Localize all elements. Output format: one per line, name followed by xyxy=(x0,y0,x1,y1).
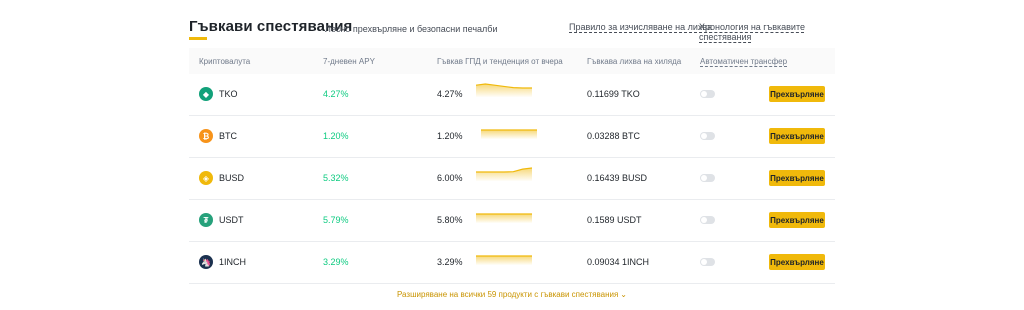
expand-all-label: Разширяване на всички 59 продукти с гъвк… xyxy=(396,290,619,299)
column-header-crypto: Криптовалута xyxy=(199,57,251,66)
table-row: ◆ TKO 4.27% 4.27% 0.11699 TKO Прехвърлян… xyxy=(189,74,835,116)
transfer-button[interactable]: Прехвърляне xyxy=(769,254,825,270)
tko-icon: ◆ xyxy=(199,87,213,101)
table-row: 🦄 1INCH 3.29% 3.29% 0.09034 1INCH Прехвъ… xyxy=(189,242,835,284)
trend-area xyxy=(476,168,532,181)
interest-per-thousand: 0.09034 1INCH xyxy=(587,257,650,267)
auto-transfer-toggle[interactable] xyxy=(700,174,715,182)
apr-value: 5.80% xyxy=(437,215,463,225)
column-header-apr-trend: Гъвкав ГПД и тенденция от вчера xyxy=(437,57,563,66)
trend-sparkline xyxy=(476,213,532,223)
coin-name: USDT xyxy=(219,215,244,225)
table-row: ₮ USDT 5.79% 5.80% 0.1589 USDT Прехвърля… xyxy=(189,200,835,242)
trend-area xyxy=(476,256,532,265)
auto-transfer-toggle[interactable] xyxy=(700,258,715,266)
section-subtitle: Лесно прехвърляне и безопасни печалби xyxy=(325,24,498,34)
interest-per-thousand: 0.11699 TKO xyxy=(587,89,640,99)
apy-value: 3.29% xyxy=(323,257,349,267)
transfer-button[interactable]: Прехвърляне xyxy=(769,86,825,102)
interest-rule-link[interactable]: Правило за изчисляване на лихва xyxy=(569,22,712,32)
transfer-button[interactable]: Прехвърляне xyxy=(769,128,825,144)
transfer-button[interactable]: Прехвърляне xyxy=(769,212,825,228)
apr-value: 4.27% xyxy=(437,89,463,99)
interest-per-thousand: 0.03288 BTC xyxy=(587,131,641,141)
table-row: ◈ BUSD 5.32% 6.00% 0.16439 BUSD Прехвърл… xyxy=(189,158,835,200)
auto-transfer-toggle[interactable] xyxy=(700,132,715,140)
auto-transfer-toggle[interactable] xyxy=(700,216,715,224)
apr-value: 1.20% xyxy=(437,131,463,141)
expand-all-link[interactable]: Разширяване на всички 59 продукти с гъвк… xyxy=(189,290,835,299)
trend-sparkline xyxy=(476,167,532,181)
apy-value: 5.32% xyxy=(323,173,349,183)
apr-value: 3.29% xyxy=(437,257,463,267)
table-header: Криптовалута 7-дневен APY Гъвкав ГПД и т… xyxy=(189,48,835,74)
coin-name: BTC xyxy=(219,131,237,141)
table-row: ₿ BTC 1.20% 1.20% 0.03288 BTC Прехвърлян… xyxy=(189,116,835,158)
apy-value: 5.79% xyxy=(323,215,349,225)
coin-name: BUSD xyxy=(219,173,245,183)
transfer-button[interactable]: Прехвърляне xyxy=(769,170,825,186)
trend-sparkline xyxy=(476,255,532,265)
trend-sparkline xyxy=(481,129,537,139)
savings-history-link[interactable]: Хронология на гъвкавите спестявания xyxy=(699,22,835,42)
section-header: Гъвкави спестявания Лесно прехвърляне и … xyxy=(189,18,835,42)
trend-area xyxy=(481,130,537,139)
savings-table: Криптовалута 7-дневен APY Гъвкав ГПД и т… xyxy=(189,48,835,284)
column-header-apy: 7-дневен APY xyxy=(323,57,375,66)
auto-transfer-toggle[interactable] xyxy=(700,90,715,98)
column-header-interest: Гъвкава лихва на хиляда xyxy=(587,57,682,66)
busd-icon: ◈ xyxy=(199,171,213,185)
table-body: ◆ TKO 4.27% 4.27% 0.11699 TKO Прехвърлян… xyxy=(189,74,835,284)
interest-per-thousand: 0.16439 BUSD xyxy=(587,173,648,183)
tether-icon: ₮ xyxy=(199,213,213,227)
trend-area xyxy=(476,214,532,223)
chevron-down-icon: ⌄ xyxy=(620,290,627,299)
title-accent-bar xyxy=(189,37,207,40)
coin-name: TKO xyxy=(219,89,238,99)
trend-sparkline xyxy=(476,83,532,97)
1inch-icon: 🦄 xyxy=(199,255,213,269)
flexible-savings-panel: Гъвкави спестявания Лесно прехвърляне и … xyxy=(189,0,835,310)
column-header-auto-transfer[interactable]: Автоматичен трансфер xyxy=(700,57,787,66)
coin-name: 1INCH xyxy=(219,257,247,267)
interest-per-thousand: 0.1589 USDT xyxy=(587,215,642,225)
apr-value: 6.00% xyxy=(437,173,463,183)
apy-value: 4.27% xyxy=(323,89,349,99)
bitcoin-icon: ₿ xyxy=(199,129,213,143)
apy-value: 1.20% xyxy=(323,131,349,141)
